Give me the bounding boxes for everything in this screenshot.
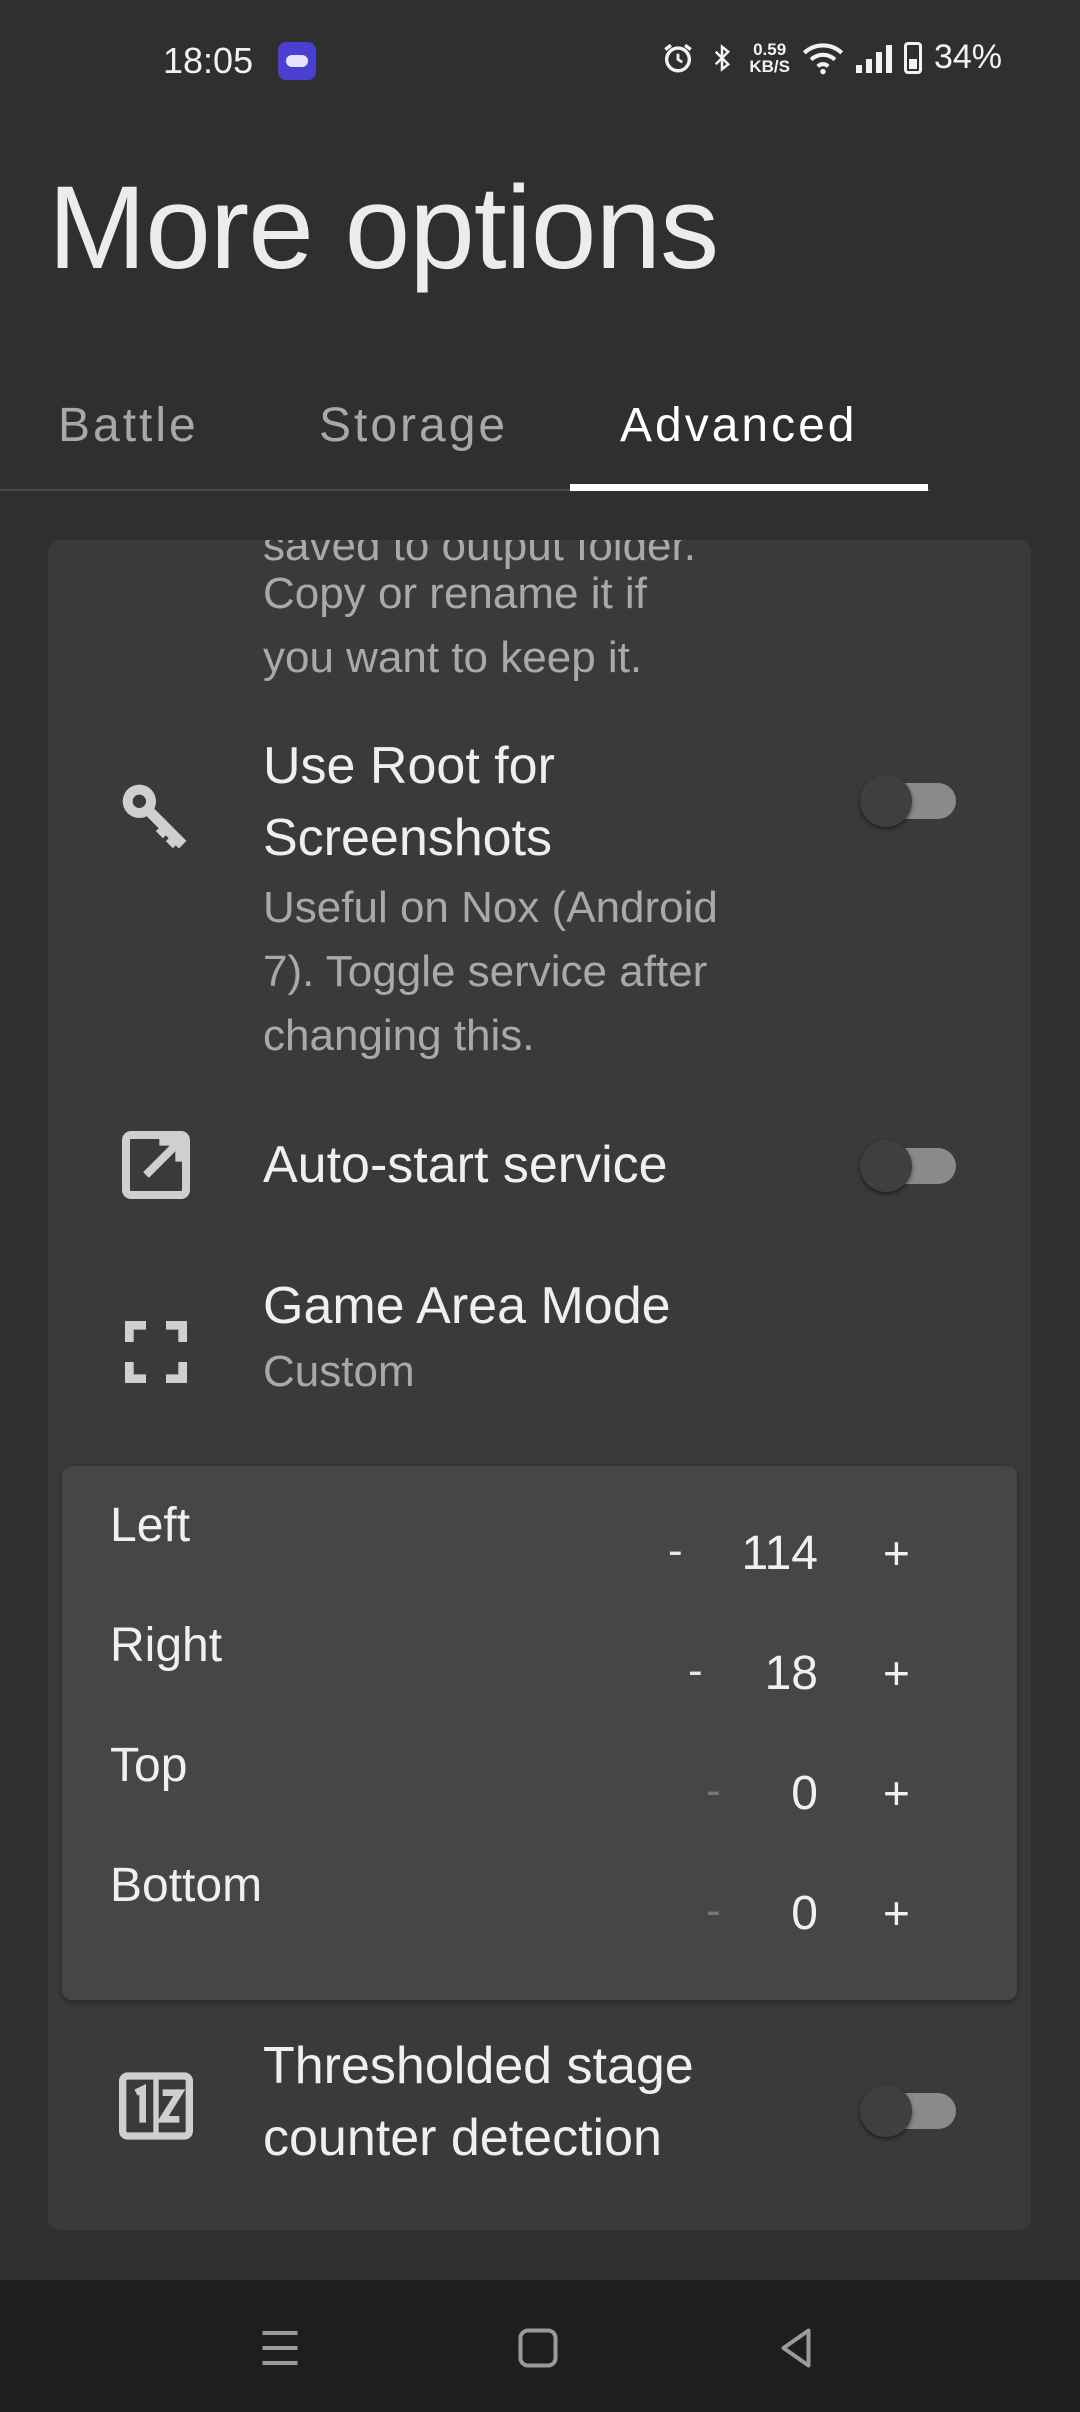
game-area-mode-title: Game Area Mode — [263, 1277, 671, 1335]
toggle-thumb — [860, 2085, 912, 2137]
tab-battle[interactable]: Battle — [58, 398, 199, 453]
toggle-thumb — [860, 775, 912, 827]
game-area-left-value: 114 — [741, 1527, 818, 1580]
signal-icon — [855, 43, 892, 73]
fullscreen-icon — [125, 1321, 187, 1383]
game-area-bottom-increment[interactable]: + — [883, 1886, 910, 1940]
page-title: More options — [48, 162, 719, 294]
home-icon[interactable] — [508, 2318, 568, 2378]
game-area-mode-value: Custom — [263, 1347, 415, 1396]
net-speed: 0.59 KB/S — [749, 41, 790, 75]
game-area-top-value: 0 — [791, 1767, 818, 1820]
game-area-mode-setting[interactable]: Game Area Mode Custom — [48, 1270, 1031, 1440]
partial-desc-line3: you want to keep it. — [263, 633, 643, 682]
game-area-panel: Left - 114 + Right - 18 + Top - 0 + Bott… — [62, 1466, 1017, 2000]
root-screenshots-desc-line3: changing this. — [263, 1011, 535, 1060]
game-area-bottom-label: Bottom — [110, 1859, 263, 1912]
game-area-left-increment[interactable]: + — [883, 1526, 910, 1580]
root-screenshots-title-line1: Use Root for — [263, 737, 555, 795]
game-area-top-label: Top — [110, 1739, 188, 1792]
numbers-icon — [119, 2072, 193, 2140]
root-screenshots-setting[interactable]: Use Root for Screenshots Useful on Nox (… — [48, 730, 1031, 1110]
key-icon — [122, 784, 187, 849]
game-area-left-decrement[interactable]: - — [668, 1526, 683, 1576]
root-screenshots-toggle[interactable] — [860, 775, 960, 827]
bluetooth-icon — [715, 43, 731, 72]
auto-start-toggle[interactable] — [860, 1140, 960, 1192]
net-speed-unit: KB/S — [749, 56, 790, 76]
status-icons: 0.59 KB/S 34% — [661, 38, 1002, 77]
game-area-right-label: Right — [110, 1619, 223, 1672]
auto-start-title: Auto-start service — [263, 1136, 668, 1194]
toggle-thumb — [860, 1140, 912, 1192]
battery-percent: 34% — [933, 38, 1002, 76]
tab-bar: Battle Storage Advanced — [0, 370, 1080, 490]
root-screenshots-desc-line2: 7). Toggle service after — [263, 947, 708, 996]
open-in-new-icon — [122, 1131, 190, 1199]
battery-icon — [903, 41, 922, 74]
tab-storage[interactable]: Storage — [319, 398, 508, 453]
alarm-icon — [664, 43, 693, 72]
net-speed-value: 0.59 — [753, 39, 787, 59]
game-area-right-increment[interactable]: + — [883, 1646, 910, 1700]
root-screenshots-desc-line1: Useful on Nox (Android — [263, 883, 718, 932]
status-time: 18:05 — [163, 40, 254, 81]
navigation-bar — [0, 2280, 1080, 2412]
game-area-left-label: Left — [110, 1499, 191, 1552]
auto-start-setting[interactable]: Auto-start service — [48, 1105, 1031, 1225]
game-area-top-increment[interactable]: + — [883, 1766, 910, 1820]
stage-counter-setting[interactable]: Thresholded stage counter detection — [48, 2030, 1031, 2190]
root-screenshots-title-line2: Screenshots — [263, 809, 553, 867]
tab-advanced[interactable]: Advanced — [620, 398, 858, 453]
app-notification-icon — [278, 42, 316, 80]
partial-desc-line2: Copy or rename it if — [263, 569, 647, 618]
selected-tab-indicator — [570, 484, 928, 491]
back-icon[interactable] — [766, 2318, 826, 2378]
stage-counter-title-line1: Thresholded stage — [263, 2037, 694, 2095]
stage-counter-toggle[interactable] — [860, 2085, 960, 2137]
game-area-bottom-value: 0 — [791, 1887, 818, 1940]
status-bar: 18:05 0.59 KB/S 34% — [0, 0, 1080, 130]
menu-icon[interactable] — [250, 2318, 310, 2378]
stage-counter-title-line2: counter detection — [263, 2109, 662, 2167]
wifi-icon — [802, 42, 844, 74]
game-area-right-value: 18 — [764, 1647, 818, 1700]
